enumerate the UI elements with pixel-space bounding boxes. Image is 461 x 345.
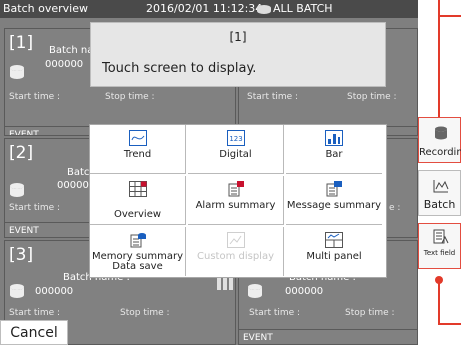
cell-number: [3] [9, 245, 34, 265]
menu-item-overview[interactable]: Overview [90, 176, 186, 225]
start-time: Start time : [247, 92, 299, 102]
database-icon [10, 284, 24, 298]
stop-time: e : [389, 203, 401, 213]
start-time: Start time : [9, 92, 61, 102]
menu-item-label: Memory summary Data save [91, 251, 184, 272]
message-summary-icon [326, 181, 342, 197]
database-icon [435, 126, 447, 140]
menu-item-label: Bar [325, 149, 343, 160]
stop-time: Stop time : [120, 308, 170, 318]
database-icon [10, 183, 24, 197]
recording-label: Recording [419, 147, 461, 158]
batch-number: 000000 [45, 59, 84, 70]
batch-overview-screen: Batch overview 2016/02/01 11:12:34 ALL B… [0, 0, 418, 345]
start-time: Start time : [249, 308, 301, 318]
digital-icon: 123 [227, 130, 245, 146]
svg-text:123: 123 [229, 135, 242, 143]
batch-group: ALL BATCH [257, 0, 333, 18]
menu-item-label: Trend [123, 149, 152, 160]
event-label: EVENT [239, 329, 417, 344]
menu-item-trend[interactable]: Trend [90, 125, 186, 174]
recording-button[interactable]: Recording [418, 117, 461, 163]
menu-item-message-summary[interactable]: Message summary [286, 176, 382, 225]
touch-prompt-popup[interactable]: [1] Touch screen to display. [90, 22, 386, 87]
menu-item-custom-display: Custom display [188, 227, 284, 276]
batch-number: 000000 [285, 286, 324, 297]
alarm-summary-icon [228, 181, 244, 197]
batch-number: 000000 [35, 286, 74, 297]
text-field-button[interactable]: Text field [418, 223, 461, 269]
cancel-button[interactable]: Cancel [0, 320, 68, 345]
menu-item-multi-panel[interactable]: Multi panel [286, 227, 382, 276]
multi-panel-icon [325, 232, 343, 248]
database-icon [248, 284, 262, 298]
stop-time: Stop time : [345, 308, 395, 318]
annotation-line [438, 280, 440, 325]
text-field-label: Text field [423, 249, 456, 257]
batch-label: Batch [423, 198, 456, 211]
annotation-line [440, 15, 461, 17]
menu-item-digital[interactable]: 123 Digital [188, 125, 284, 174]
stop-time: Stop time : [105, 92, 155, 102]
menu-item-label: Message summary [286, 200, 382, 211]
menu-item-label: Digital [219, 149, 252, 160]
annotation-line [440, 323, 461, 325]
grid-icon [217, 278, 233, 290]
memory-summary-icon [130, 233, 146, 248]
annotation-line [438, 0, 440, 136]
database-icon [10, 65, 24, 79]
popup-title: [1] [229, 30, 247, 44]
menu-item-label: Overview [113, 209, 162, 220]
screen-title: Batch overview [3, 2, 88, 15]
batch-chart-icon [433, 180, 449, 193]
start-time: Start time : [9, 308, 61, 318]
cell-number: [1] [9, 33, 34, 53]
datetime: 2016/02/01 11:12:34 [146, 2, 263, 15]
menu-item-label: Alarm summary [195, 200, 276, 211]
menu-item-alarm-summary[interactable]: Alarm summary [188, 176, 284, 225]
start-time: Start time : [9, 203, 61, 213]
status-bar: Batch overview 2016/02/01 11:12:34 ALL B… [0, 0, 418, 18]
stop-time: Stop time : [347, 92, 397, 102]
trend-icon [129, 130, 147, 146]
text-field-icon [433, 229, 449, 244]
overview-icon [129, 181, 147, 197]
batch-button[interactable]: Batch [418, 170, 461, 216]
database-icon [257, 4, 271, 14]
menu-item-label: Multi panel [306, 251, 362, 262]
custom-display-icon [227, 232, 245, 248]
bar-icon [325, 130, 343, 146]
menu-item-bar[interactable]: Bar [286, 125, 382, 174]
cell-number: [2] [9, 143, 34, 163]
batch-name-label: Batch na [49, 45, 94, 56]
display-menu: Trend 123 Digital Bar Overview Alarm sum… [89, 124, 387, 278]
popup-message: Touch screen to display. [102, 61, 257, 76]
menu-item-label: Custom display [197, 251, 274, 262]
menu-item-memory-summary[interactable]: Memory summary Data save [90, 227, 186, 276]
